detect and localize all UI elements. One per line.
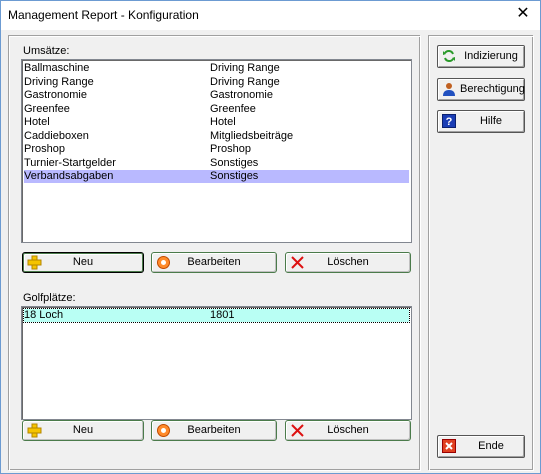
umsatz-edit-label: Bearbeiten [187, 256, 241, 268]
indizierung-label: Indizierung [464, 50, 518, 62]
umsatz-row-name: Driving Range [24, 75, 94, 88]
umsatz-new-label: Neu [72, 256, 94, 268]
umsatz-row-value: Sonstiges [210, 156, 259, 169]
golf-edit-label: Bearbeiten [187, 424, 241, 436]
golf-delete-button[interactable]: Löschen [285, 420, 411, 441]
indizierung-button[interactable]: Indizierung [437, 45, 525, 68]
umsatz-row-name: Ballmaschine [24, 62, 90, 74]
umsatz-row-name: Proshop [24, 143, 65, 155]
umsatz-row-name: Greenfee [24, 102, 70, 115]
umsaetze-list[interactable]: Ballmaschine Driving Range Driving Range Dr… [21, 59, 412, 243]
golfplatz-row-value: 1801 [210, 309, 235, 321]
golfplatz-row-name: 18 Loch [24, 309, 64, 321]
help-icon: ? [442, 114, 456, 128]
golf-new-label: Neu [72, 424, 94, 436]
umsatz-row-value: Mitgliedsbeiträge [210, 129, 294, 142]
golf-edit-button[interactable]: Bearbeiten [151, 420, 277, 441]
plus-icon [27, 255, 42, 270]
umsatz-row[interactable]: Greenfee Greenfee [24, 103, 409, 116]
window-title: Management Report - Konfiguration [8, 8, 199, 22]
umsatz-row-value: Driving Range [210, 75, 280, 88]
user-icon [443, 83, 455, 96]
refresh-icon [443, 50, 455, 62]
ende-button[interactable]: Ende [437, 435, 525, 458]
hilfe-button[interactable]: ? Hilfe [437, 110, 525, 133]
umsatz-edit-button[interactable]: Bearbeiten [151, 252, 277, 273]
edit-circle-icon [157, 256, 170, 269]
umsatz-row[interactable]: Hotel Hotel [24, 116, 409, 129]
umsaetze-label: Umsätze: [23, 45, 70, 57]
umsatz-row[interactable]: Ballmaschine Driving Range [24, 62, 409, 75]
right-panel: Indizierung Berechtigung ? Hilfe Ende [429, 36, 534, 471]
umsatz-new-button[interactable]: Neu [22, 252, 144, 273]
golfplaetze-list[interactable]: 18 Loch 1801 [21, 306, 412, 420]
ende-label: Ende [478, 440, 504, 452]
golfplaetze-label: Golfplätze: [23, 292, 76, 304]
red-x-icon [291, 424, 304, 437]
window: Management Report - Konfiguration ✕ Umsä… [0, 0, 541, 474]
close-icon[interactable]: ✕ [515, 6, 531, 22]
umsatz-row-value: Driving Range [210, 62, 280, 74]
umsatz-row-value: Hotel [210, 116, 236, 128]
edit-circle-icon [157, 424, 170, 437]
umsatz-row-name: Caddieboxen [24, 129, 89, 142]
golf-new-button[interactable]: Neu [22, 420, 144, 441]
svg-text:?: ? [446, 116, 453, 128]
umsatz-row-name: Verbandsabgaben [24, 170, 114, 182]
umsatz-row[interactable]: Proshop Proshop [24, 143, 409, 156]
umsatz-row-name: Gastronomie [24, 89, 87, 101]
umsatz-row-value: Sonstiges [210, 170, 259, 182]
umsatz-row-value: Greenfee [210, 102, 256, 115]
title-bar: Management Report - Konfiguration ✕ [1, 1, 540, 30]
umsatz-row[interactable]: Caddieboxen Mitgliedsbeiträge [24, 130, 409, 143]
berechtigung-button[interactable]: Berechtigung [437, 78, 525, 101]
umsatz-delete-button[interactable]: Löschen [285, 252, 411, 273]
umsatz-row-name: Hotel [24, 116, 50, 128]
golfplatz-row[interactable]: 18 Loch 1801 [23, 308, 410, 323]
umsatz-row[interactable]: Turnier-Startgelder Sonstiges [24, 157, 409, 170]
hilfe-label: Hilfe [479, 115, 502, 127]
umsatz-row[interactable]: Verbandsabgaben Sonstiges [24, 170, 409, 183]
plus-icon [27, 423, 42, 438]
berechtigung-label: Berechtigung [460, 83, 525, 95]
umsatz-row-value: Gastronomie [210, 89, 273, 101]
exit-icon [442, 439, 456, 453]
umsatz-row-name: Turnier-Startgelder [24, 156, 116, 169]
umsatz-row[interactable]: Driving Range Driving Range [24, 76, 409, 89]
golf-delete-label: Löschen [327, 424, 369, 436]
umsatz-delete-label: Löschen [327, 256, 369, 268]
umsatz-row[interactable]: Gastronomie Gastronomie [24, 89, 409, 102]
umsatz-row-value: Proshop [210, 143, 251, 155]
red-x-icon [291, 256, 304, 269]
